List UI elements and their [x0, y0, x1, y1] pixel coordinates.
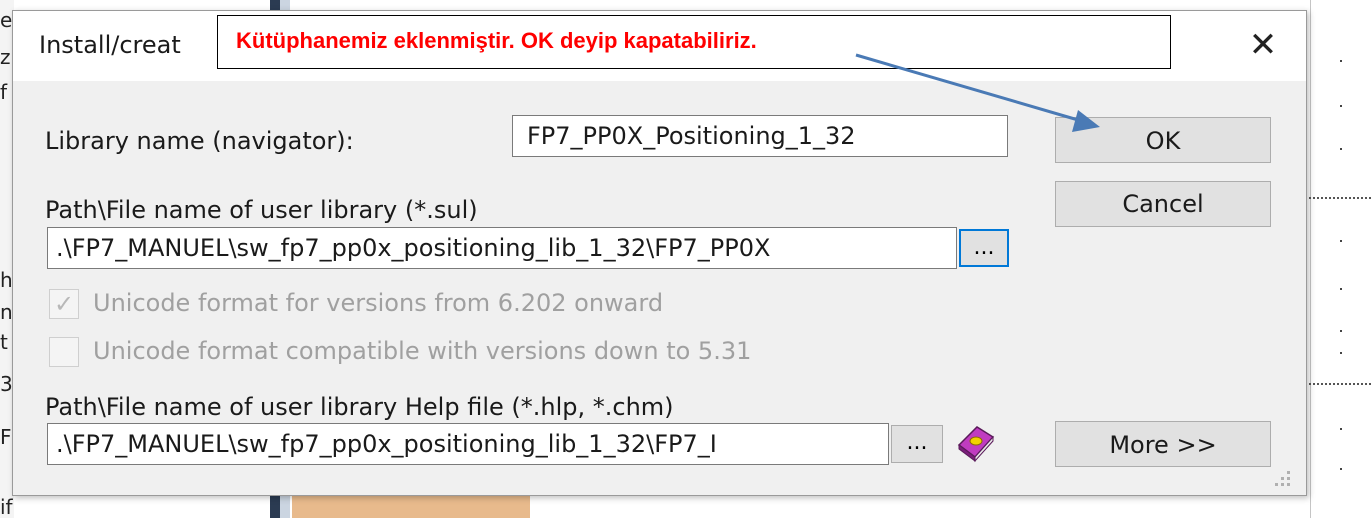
- bg-glyph: t: [0, 330, 8, 354]
- background-dotted-line: [1305, 383, 1371, 385]
- bg-glyph: F: [0, 425, 12, 449]
- cancel-button[interactable]: Cancel: [1055, 181, 1271, 227]
- library-path-label: Path\File name of user library (*.sul): [45, 196, 478, 224]
- library-name-input[interactable]: FP7_PP0X_Positioning_1_32: [512, 115, 1008, 157]
- bg-glyph: z: [0, 45, 11, 69]
- unicode-format-label: Unicode format for versions from 6.202 o…: [93, 289, 664, 317]
- library-name-label: Library name (navigator):: [45, 127, 354, 155]
- background-grid-panel: [1300, 0, 1371, 518]
- close-icon[interactable]: ✕: [1241, 23, 1285, 67]
- library-path-browse-button[interactable]: ...: [959, 229, 1009, 267]
- help-path-label: Path\File name of user library Help file…: [45, 393, 674, 421]
- annotation-text: Kütüphanemiz eklenmiştir. OK deyip kapat…: [236, 28, 757, 53]
- background-grid-dot: [1340, 288, 1342, 290]
- annotation-callout: Kütüphanemiz eklenmiştir. OK deyip kapat…: [217, 15, 1171, 69]
- background-grid-dot: [1340, 148, 1342, 150]
- help-path-browse-button[interactable]: ...: [891, 425, 943, 463]
- background-grid-dot: [1340, 428, 1342, 430]
- install-library-dialog: Install/creat ✕ Library name (navigator)…: [12, 10, 1307, 496]
- background-grid-line: [1310, 0, 1311, 518]
- background-grid-dot: [1340, 240, 1342, 242]
- ok-button[interactable]: OK: [1055, 117, 1271, 163]
- bg-glyph: if: [0, 495, 13, 519]
- bg-glyph: n: [0, 300, 13, 324]
- bg-glyph: f: [0, 80, 8, 104]
- background-grid-dot: [1340, 352, 1342, 354]
- background-grid-dot: [1340, 60, 1342, 62]
- background-grid-dot: [1340, 105, 1342, 107]
- background-grid-dot: [1340, 468, 1342, 470]
- dialog-title: Install/creat: [39, 31, 181, 59]
- more-button[interactable]: More >>: [1055, 421, 1271, 467]
- unicode-compat-checkbox[interactable]: [49, 337, 79, 367]
- resize-grip-icon[interactable]: [1271, 467, 1293, 489]
- help-book-icon[interactable]: [955, 423, 997, 463]
- bg-glyph: h: [0, 268, 13, 292]
- help-path-input[interactable]: .\FP7_MANUEL\sw_fp7_pp0x_positioning_lib…: [47, 423, 889, 465]
- bg-glyph: e: [0, 8, 13, 32]
- unicode-compat-label: Unicode format compatible with versions …: [93, 337, 752, 365]
- background-dotted-line: [1305, 197, 1371, 199]
- background-grid-dot: [1340, 330, 1342, 332]
- bg-glyph: 3: [0, 372, 13, 396]
- unicode-format-checkbox[interactable]: ✓: [49, 289, 79, 319]
- library-path-input[interactable]: .\FP7_MANUEL\sw_fp7_pp0x_positioning_lib…: [47, 227, 957, 269]
- check-icon: ✓: [53, 290, 75, 318]
